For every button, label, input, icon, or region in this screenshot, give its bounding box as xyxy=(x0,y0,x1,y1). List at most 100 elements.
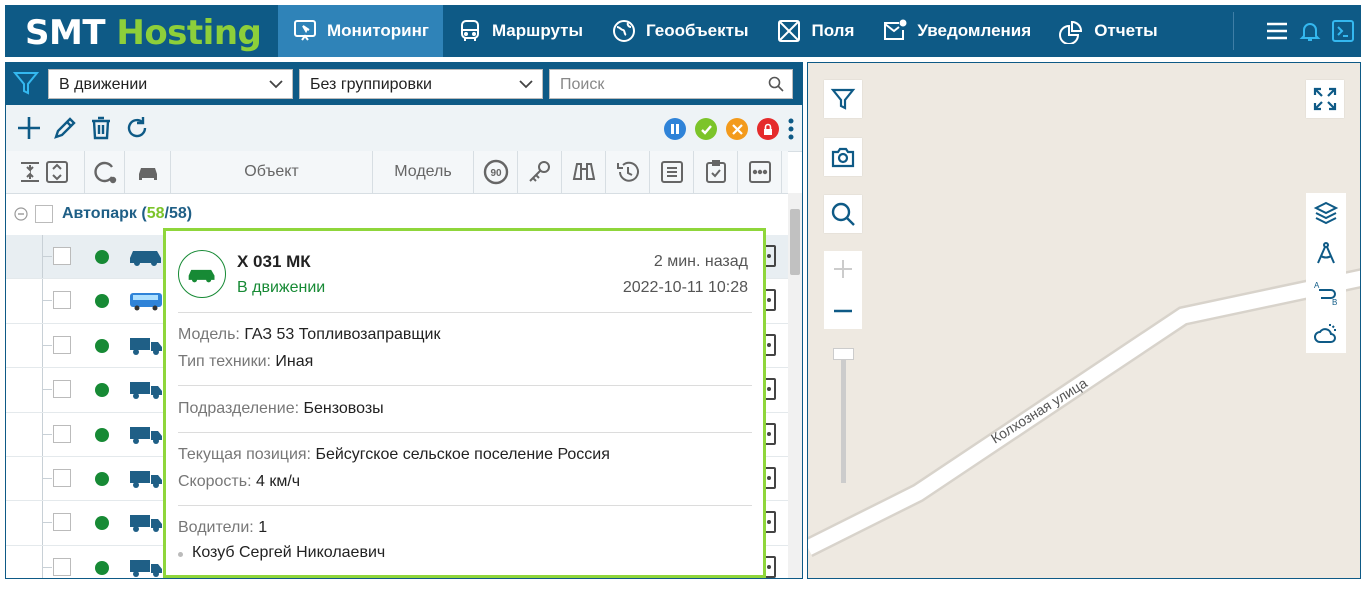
nav-reports[interactable]: Отчеты xyxy=(1045,5,1172,57)
column-status[interactable] xyxy=(85,151,125,193)
vehicle-avatar xyxy=(178,250,226,298)
search-icon xyxy=(768,76,784,92)
screenshot-button[interactable] xyxy=(824,138,862,176)
map-road xyxy=(808,268,1360,557)
tools-status-icon[interactable] xyxy=(726,118,748,140)
nav-routes[interactable]: Маршруты xyxy=(443,5,597,57)
car-icon xyxy=(188,269,215,283)
nav-label: Маршруты xyxy=(491,21,583,40)
more-icon xyxy=(748,161,771,183)
map-view[interactable]: Колхозная улица AB xyxy=(807,62,1361,579)
more-vertical-icon[interactable] xyxy=(788,117,794,141)
filter-icon[interactable] xyxy=(12,69,40,97)
map-tools: AB xyxy=(1306,193,1346,353)
lock-status-icon[interactable] xyxy=(757,118,779,140)
nav-monitoring[interactable]: Мониторинг xyxy=(278,5,443,57)
tree-line xyxy=(42,344,52,346)
column-tasks[interactable] xyxy=(694,151,738,193)
svg-text:90: 90 xyxy=(490,168,502,179)
row-checkbox[interactable] xyxy=(53,424,71,443)
row-checkbox[interactable] xyxy=(53,557,71,576)
report-icon xyxy=(1059,20,1083,44)
column-expand[interactable] xyxy=(6,151,85,193)
collapse-icon[interactable] xyxy=(14,207,28,221)
delete-icon[interactable] xyxy=(88,115,114,141)
popup-title: Х 031 МК xyxy=(237,252,311,271)
tree-line xyxy=(42,300,52,302)
column-notes[interactable] xyxy=(650,151,694,193)
bell-icon[interactable] xyxy=(1298,19,1322,43)
object-info-popup: Х 031 МК В движении 2 мин. назад 2022-10… xyxy=(163,228,766,578)
row-checkbox[interactable] xyxy=(53,247,71,265)
car-icon xyxy=(138,168,157,180)
edit-icon[interactable] xyxy=(52,115,78,141)
column-ignition[interactable] xyxy=(518,151,562,193)
svg-text:B: B xyxy=(1332,298,1337,306)
zoom-out-icon[interactable] xyxy=(833,301,853,321)
row-checkbox[interactable] xyxy=(53,468,71,487)
nav-label: Поля xyxy=(811,21,855,40)
status-indicator xyxy=(95,471,109,486)
fullscreen-icon xyxy=(1313,87,1337,111)
status-select[interactable]: В движении xyxy=(48,69,293,99)
truck-icon xyxy=(130,337,162,355)
group-checkbox[interactable] xyxy=(35,205,53,223)
ruler-compass-icon[interactable] xyxy=(1313,240,1339,266)
logo[interactable]: SMT Hosting xyxy=(25,13,262,53)
row-checkbox[interactable] xyxy=(53,335,71,354)
row-checkbox[interactable] xyxy=(53,513,71,532)
search-icon xyxy=(831,202,855,226)
column-sensors[interactable] xyxy=(562,151,606,193)
column-history[interactable] xyxy=(606,151,650,193)
refresh-icon[interactable] xyxy=(124,115,150,141)
mail-icon xyxy=(884,19,907,40)
zoom-slider-handle[interactable] xyxy=(833,348,854,360)
column-type[interactable] xyxy=(125,151,171,193)
driver-name: Козуб Сергей Николаевич xyxy=(192,544,386,561)
add-icon[interactable] xyxy=(16,115,42,141)
divider xyxy=(178,505,752,506)
map-filter-button[interactable] xyxy=(824,80,862,118)
binoculars-icon xyxy=(572,163,595,180)
column-speed[interactable]: 90 xyxy=(474,151,518,193)
zoom-slider[interactable] xyxy=(841,353,846,483)
search-input[interactable]: Поиск xyxy=(549,69,793,99)
layers-icon[interactable] xyxy=(1313,200,1339,226)
column-model[interactable]: Модель xyxy=(373,151,474,193)
popup-division: Подразделение: Бензовозы xyxy=(178,400,384,417)
status-indicator xyxy=(95,338,109,353)
status-indicator xyxy=(95,516,109,531)
check-status-icon[interactable] xyxy=(695,118,717,140)
truck-icon xyxy=(130,426,162,444)
car-icon xyxy=(130,251,161,266)
nav-label: Геообъекты xyxy=(645,21,749,40)
popup-drivers: Водители: 1 xyxy=(178,519,268,536)
row-checkbox[interactable] xyxy=(53,380,71,399)
scrollbar[interactable] xyxy=(788,193,802,578)
nav-geoobjects[interactable]: Геообъекты xyxy=(597,5,762,57)
globe-icon xyxy=(612,20,635,42)
terminal-icon[interactable] xyxy=(1331,19,1355,43)
fullscreen-button[interactable] xyxy=(1306,80,1344,118)
nav-label: Отчеты xyxy=(1094,21,1158,40)
weather-icon[interactable] xyxy=(1313,320,1339,346)
expand-collapse-icon xyxy=(21,161,68,183)
truck-icon xyxy=(130,382,162,400)
nav-fields[interactable]: Поля xyxy=(762,5,868,57)
nav-notifications[interactable]: Уведомления xyxy=(868,5,1045,57)
map-search-button[interactable] xyxy=(824,195,862,233)
grouping-select[interactable]: Без группировки xyxy=(299,69,543,99)
route-ab-icon[interactable]: AB xyxy=(1313,280,1339,306)
column-object[interactable]: Объект xyxy=(171,151,373,193)
popup-type: Тип техники: Иная xyxy=(178,353,314,370)
scrollbar-thumb[interactable] xyxy=(790,209,800,275)
zoom-in-icon[interactable] xyxy=(833,259,853,279)
status-filters xyxy=(664,117,794,141)
menu-icon[interactable] xyxy=(1265,19,1289,43)
field-icon xyxy=(778,20,801,42)
pause-status-icon[interactable] xyxy=(664,118,686,140)
tree-line xyxy=(42,566,52,568)
row-checkbox[interactable] xyxy=(53,291,71,310)
column-more[interactable] xyxy=(738,151,782,193)
tree-line xyxy=(42,522,52,524)
